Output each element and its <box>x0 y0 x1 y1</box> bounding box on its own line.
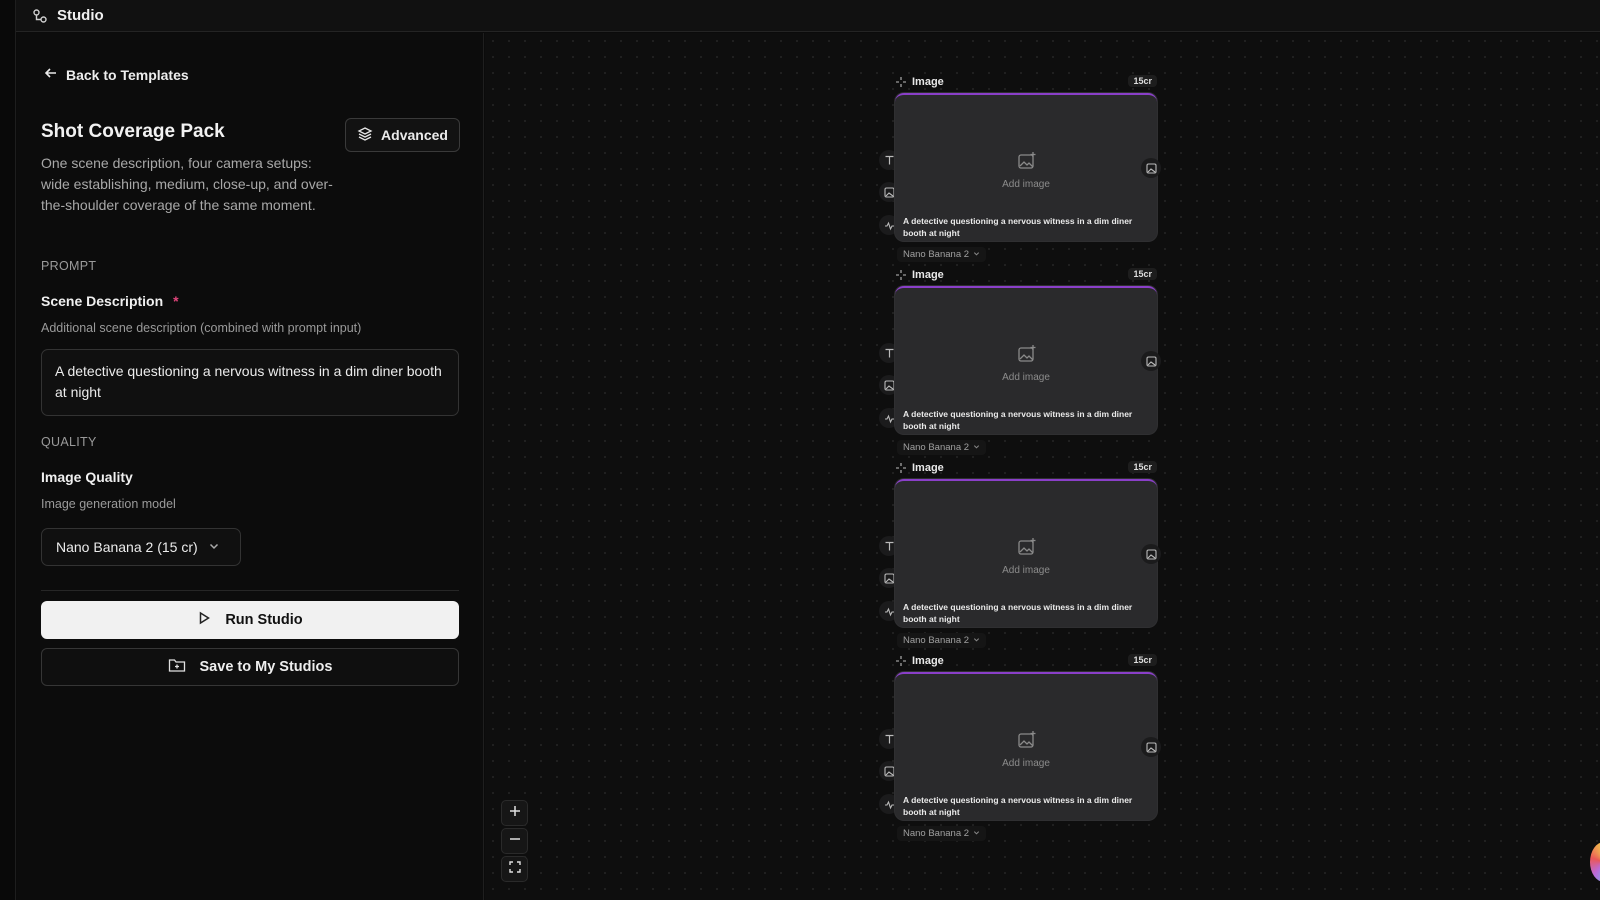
model-name: Nano Banana 2 <box>903 249 970 260</box>
back-label: Back to Templates <box>66 66 189 83</box>
save-label: Save to My Studios <box>199 659 333 675</box>
add-image-icon <box>1017 151 1037 176</box>
image-quality-hint: Image generation model <box>41 497 176 511</box>
cost-badge: 15cr <box>1128 75 1157 87</box>
play-icon <box>197 611 211 629</box>
image-preview-card[interactable]: Add image A detective questioning a nerv… <box>895 93 1157 241</box>
fullscreen-icon <box>508 860 521 878</box>
template-title: Shot Coverage Pack <box>41 121 225 142</box>
model-selector[interactable]: Nano Banana 2 <box>897 633 987 648</box>
cost-badge: 15cr <box>1128 654 1157 666</box>
node-header: Image 15cr <box>895 460 1157 476</box>
add-image-label: Add image <box>1002 565 1050 576</box>
fit-view-button[interactable] <box>501 856 528 882</box>
add-image-label: Add image <box>1002 179 1050 190</box>
scene-label-text: Scene Description <box>41 293 164 309</box>
run-studio-button[interactable]: Run Studio <box>41 601 459 639</box>
save-to-my-studios-button[interactable]: Save to My Studios <box>41 648 459 686</box>
required-marker: * <box>173 293 179 309</box>
template-description: One scene description, four camera setup… <box>41 155 333 213</box>
add-image-icon <box>1017 730 1037 755</box>
cost-badge: 15cr <box>1128 268 1157 280</box>
model-selector[interactable]: Nano Banana 2 <box>897 440 987 455</box>
add-image-label: Add image <box>1002 372 1050 383</box>
image-quality-label: Image Quality <box>41 469 133 485</box>
left-edge-strip <box>0 0 16 900</box>
image-output-icon[interactable] <box>1141 544 1161 564</box>
chevron-down-icon <box>208 539 220 555</box>
node-type-label: Image <box>912 655 944 667</box>
scene-description-hint: Additional scene description (combined w… <box>41 321 362 335</box>
app-title: Studio <box>57 7 104 24</box>
model-selector[interactable]: Nano Banana 2 <box>897 826 987 841</box>
plus-icon <box>509 804 521 822</box>
image-quality-value: Nano Banana 2 (15 cr) <box>56 539 198 555</box>
zoom-out-button[interactable] <box>501 828 528 854</box>
quality-section-heading: QUALITY <box>41 435 97 449</box>
chevron-down-icon <box>973 249 980 260</box>
node-type-label: Image <box>912 76 944 88</box>
folder-plus-icon <box>168 657 186 677</box>
sparkle-icon <box>895 76 907 88</box>
advanced-button[interactable]: Advanced <box>345 118 460 152</box>
image-node[interactable]: Image 15cr Add image A detective questio… <box>879 74 1189 274</box>
image-output-icon[interactable] <box>1141 158 1161 178</box>
image-output-icon[interactable] <box>1141 351 1161 371</box>
node-header: Image 15cr <box>895 74 1157 90</box>
arrow-left-icon <box>44 66 58 83</box>
model-name: Nano Banana 2 <box>903 828 970 839</box>
image-node[interactable]: Image 15cr Add image A detective questio… <box>879 460 1189 660</box>
model-name: Nano Banana 2 <box>903 635 970 646</box>
run-studio-label: Run Studio <box>225 612 303 628</box>
layers-icon <box>357 126 373 145</box>
node-prompt-text: A detective questioning a nervous witnes… <box>903 216 1133 238</box>
scene-description-input[interactable]: A detective questioning a nervous witnes… <box>41 349 459 416</box>
node-prompt-text: A detective questioning a nervous witnes… <box>903 602 1133 624</box>
add-image-icon <box>1017 344 1037 369</box>
node-prompt-text: A detective questioning a nervous witnes… <box>903 409 1133 431</box>
node-header: Image 15cr <box>895 653 1157 669</box>
cost-badge: 15cr <box>1128 461 1157 473</box>
node-prompt-text: A detective questioning a nervous witnes… <box>903 795 1133 817</box>
settings-panel: Back to Templates Shot Coverage Pack Adv… <box>17 33 484 900</box>
sparkle-icon <box>895 655 907 667</box>
node-header: Image 15cr <box>895 267 1157 283</box>
prompt-section-heading: PROMPT <box>41 259 97 273</box>
model-name: Nano Banana 2 <box>903 442 970 453</box>
scene-description-label: Scene Description * <box>41 293 179 309</box>
chevron-down-icon <box>973 442 980 453</box>
image-preview-card[interactable]: Add image A detective questioning a nerv… <box>895 672 1157 820</box>
divider <box>41 590 459 591</box>
advanced-label: Advanced <box>381 127 448 143</box>
studio-logo-icon <box>32 8 48 24</box>
minus-icon <box>509 832 521 850</box>
image-output-icon[interactable] <box>1141 737 1161 757</box>
chevron-down-icon <box>973 635 980 646</box>
sparkle-icon <box>895 269 907 281</box>
add-image-icon <box>1017 537 1037 562</box>
zoom-in-button[interactable] <box>501 800 528 826</box>
add-image-label: Add image <box>1002 758 1050 769</box>
sparkle-icon <box>895 462 907 474</box>
image-quality-select[interactable]: Nano Banana 2 (15 cr) <box>41 528 241 566</box>
model-selector[interactable]: Nano Banana 2 <box>897 247 987 262</box>
image-node[interactable]: Image 15cr Add image A detective questio… <box>879 653 1189 853</box>
workflow-canvas[interactable]: Image 15cr Add image A detective questio… <box>485 33 1600 900</box>
image-preview-card[interactable]: Add image A detective questioning a nerv… <box>895 479 1157 627</box>
image-preview-card[interactable]: Add image A detective questioning a nerv… <box>895 286 1157 434</box>
node-type-label: Image <box>912 269 944 281</box>
node-type-label: Image <box>912 462 944 474</box>
back-to-templates-link[interactable]: Back to Templates <box>44 66 189 83</box>
image-node[interactable]: Image 15cr Add image A detective questio… <box>879 267 1189 467</box>
top-bar: Studio <box>16 0 1600 32</box>
chevron-down-icon <box>973 828 980 839</box>
